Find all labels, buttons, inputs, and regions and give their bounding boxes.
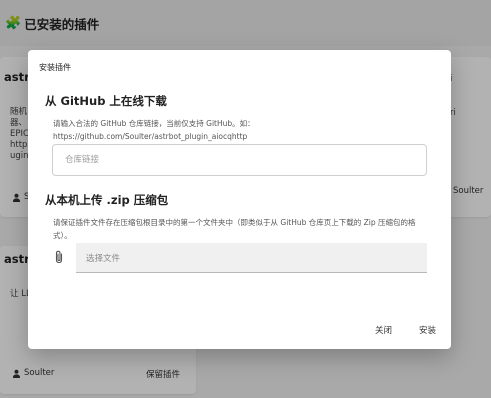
repo-url-field[interactable]	[52, 144, 427, 176]
dialog-title: 安装插件	[39, 63, 71, 72]
github-section-description: 请输入合法的 GitHub 仓库链接，当前仅支持 GitHub。如：https:…	[53, 119, 255, 141]
local-section-heading: 从本机上传 .zip 压缩包	[45, 193, 169, 207]
local-section-description: 请保证插件文件存在压缩包根目录中的第一个文件夹中（即类似于从 GitHub 仓库…	[53, 218, 416, 240]
github-section-heading: 从 GitHub 上在线下载	[45, 94, 167, 108]
file-select-placeholder: 选择文件	[86, 253, 121, 264]
install-button[interactable]: 安装	[415, 322, 440, 338]
repo-url-input[interactable]	[63, 154, 426, 166]
close-button[interactable]: 关闭	[371, 322, 396, 338]
paperclip-icon[interactable]	[53, 250, 65, 264]
install-plugin-dialog: 安装插件 从 GitHub 上在线下载 请输入合法的 GitHub 仓库链接，当…	[28, 50, 451, 349]
file-select-field[interactable]: 选择文件	[76, 243, 427, 273]
